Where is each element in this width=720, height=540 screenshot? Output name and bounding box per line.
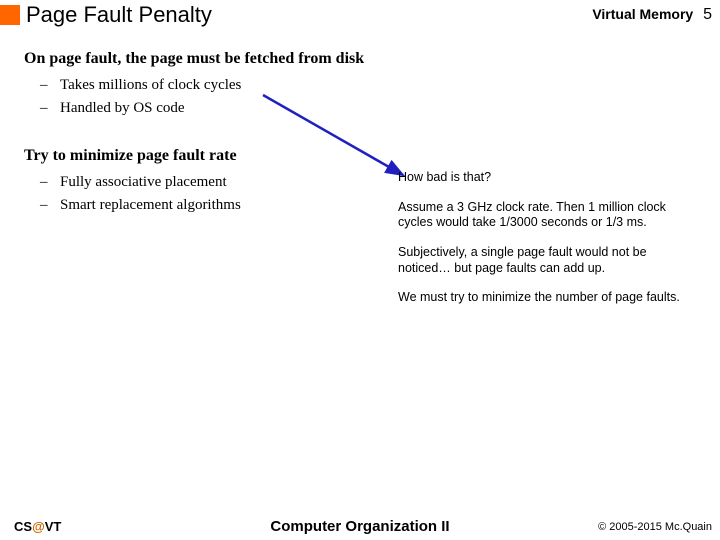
slide-header: Page Fault Penalty Virtual Memory 5 — [0, 0, 720, 34]
accent-square-icon — [0, 5, 20, 25]
footer-at: @ — [32, 519, 45, 534]
body-heading-1: On page fault, the page must be fetched … — [24, 50, 696, 68]
footer-vt: VT — [45, 519, 62, 534]
note-paragraph: We must try to minimize the number of pa… — [398, 290, 698, 306]
list-item: Takes millions of clock cycles — [60, 74, 696, 97]
section-name: Virtual Memory — [592, 6, 693, 22]
footer-center: Computer Organization II — [270, 518, 449, 535]
slide: Page Fault Penalty Virtual Memory 5 On p… — [0, 0, 720, 540]
slide-title: Page Fault Penalty — [26, 2, 592, 28]
note-paragraph: Assume a 3 GHz clock rate. Then 1 millio… — [398, 200, 698, 231]
footer-cs: CS — [14, 519, 32, 534]
footer-left: CS@VT — [14, 519, 61, 534]
footer-copyright: © 2005-2015 Mc.Quain — [598, 521, 712, 533]
page-number: 5 — [703, 6, 712, 23]
sidebar-notes: How bad is that? Assume a 3 GHz clock ra… — [398, 170, 698, 320]
slide-footer: CS@VT Computer Organization II © 2005-20… — [0, 519, 720, 534]
bullet-list-1: Takes millions of clock cycles Handled b… — [60, 74, 696, 119]
note-paragraph: Subjectively, a single page fault would … — [398, 245, 698, 276]
body-heading-2: Try to minimize page fault rate — [24, 147, 696, 165]
list-item: Handled by OS code — [60, 97, 696, 120]
note-paragraph: How bad is that? — [398, 170, 698, 186]
section-label: Virtual Memory 5 — [592, 6, 720, 24]
